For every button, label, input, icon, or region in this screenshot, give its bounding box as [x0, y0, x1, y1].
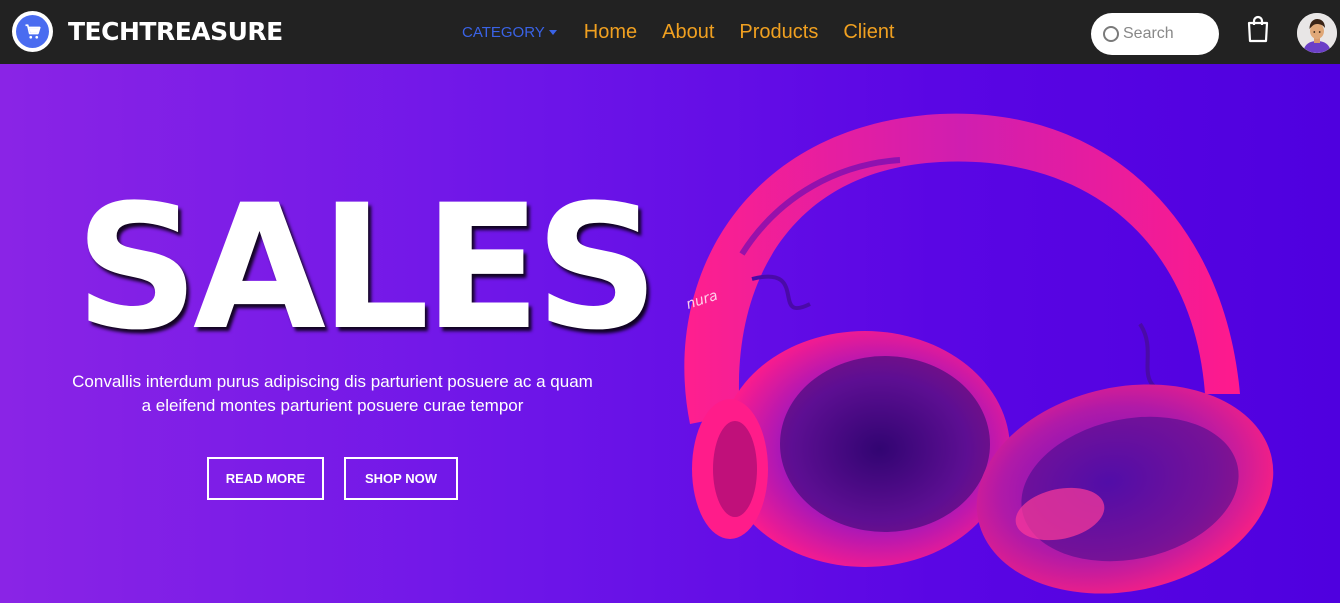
caret-down-icon: [548, 29, 557, 35]
nav-link-about[interactable]: About: [662, 21, 714, 44]
read-more-button[interactable]: READ MORE: [207, 457, 324, 500]
shop-now-button[interactable]: SHOP NOW: [344, 457, 458, 500]
category-label: CATEGORY: [462, 23, 545, 41]
hero-title: SALES: [75, 167, 659, 368]
search-icon: [1103, 26, 1119, 42]
headphones-image: nura: [684, 113, 1274, 594]
nav-link-products[interactable]: Products: [739, 21, 818, 44]
nav-links: CATEGORY Home About Products Client: [462, 0, 920, 64]
category-dropdown[interactable]: CATEGORY: [462, 24, 557, 41]
user-avatar[interactable]: [1297, 13, 1337, 53]
hero-banner: SALES Convallis interdum purus adipiscin…: [0, 64, 1340, 603]
shopping-bag-icon[interactable]: [1246, 15, 1270, 43]
cart-icon: [16, 15, 49, 48]
nav-link-client[interactable]: Client: [843, 21, 894, 44]
navbar: TECHTREASURE CATEGORY Home About Product…: [0, 0, 1340, 64]
search-box[interactable]: [1091, 13, 1219, 55]
search-input[interactable]: [1123, 25, 1213, 43]
nav-link-home[interactable]: Home: [584, 21, 637, 44]
brand[interactable]: TECHTREASURE: [12, 11, 283, 52]
brand-logo[interactable]: [12, 11, 53, 52]
hero-description: Convallis interdum purus adipiscing dis …: [72, 372, 593, 415]
brand-name[interactable]: TECHTREASURE: [68, 17, 283, 46]
